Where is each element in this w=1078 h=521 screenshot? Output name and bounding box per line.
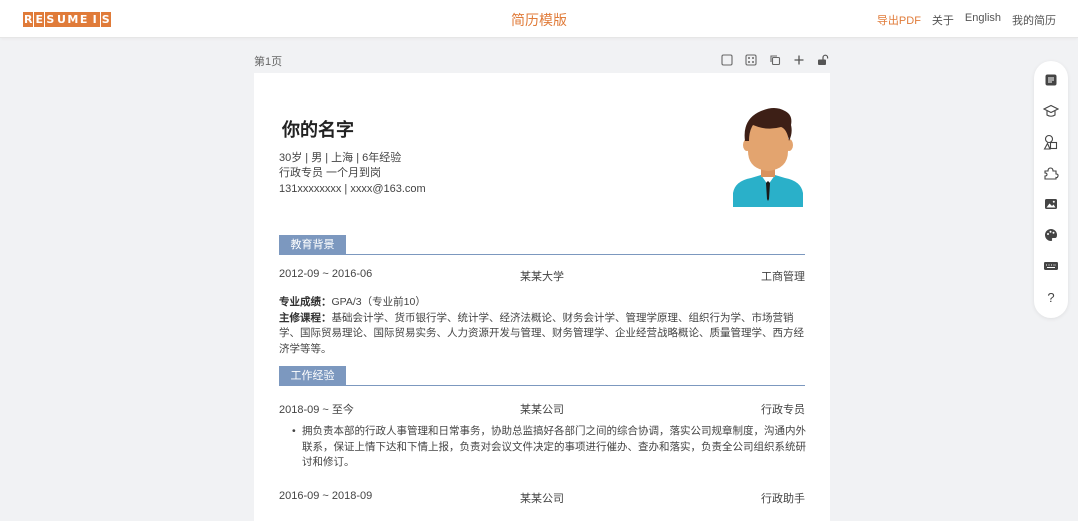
page-toolbar	[720, 53, 830, 67]
help-icon[interactable]: ?	[1043, 289, 1059, 305]
resume-basic-info[interactable]: 30岁 | 男 | 上海 | 6年经验 行政专员 一个月到岗 131xxxxxx…	[279, 151, 426, 197]
job-period: 2018-09 ~ 至今	[279, 404, 354, 416]
info-line: 行政专员 一个月到岗	[279, 167, 382, 180]
palette-icon[interactable]	[1043, 227, 1059, 243]
my-resume-link[interactable]: 我的简历	[1012, 12, 1056, 28]
courses-value: 基础会计学、货币银行学、统计学、经济法概论、财务会计学、管理学原理、组织行为学、…	[279, 311, 804, 355]
logo-letter: E	[34, 12, 45, 27]
work-section-title[interactable]: 工作经验	[279, 366, 346, 386]
plus-icon[interactable]	[792, 53, 806, 67]
education-details[interactable]: 专业成绩：GPA/3（专业前10） 主修课程：基础会计学、货币银行学、统计学、经…	[279, 295, 805, 357]
right-toolbar: ?	[1034, 61, 1068, 318]
logo-letter: R	[23, 12, 34, 27]
job-company: 某某公司	[520, 493, 564, 505]
work-section-header: 工作经验	[279, 366, 805, 386]
job-row[interactable]: 2018-09 ~ 至今 某某公司 行政专员	[279, 401, 805, 416]
avatar[interactable]	[731, 105, 805, 207]
score-value: GPA/3（专业前10）	[331, 296, 426, 308]
logo-letter: U	[56, 12, 67, 27]
score-label: 专业成绩：	[279, 296, 332, 308]
logo-letter: E	[78, 12, 89, 27]
logo-letter: I	[89, 12, 100, 27]
image-icon[interactable]	[1043, 196, 1059, 212]
template-list-icon[interactable]	[1043, 72, 1059, 88]
job-row[interactable]: 2016-09 ~ 2018-09 某某公司 行政助手	[279, 490, 805, 505]
english-link[interactable]: English	[965, 12, 1001, 28]
shapes-icon[interactable]	[1043, 134, 1059, 150]
resumeis-logo[interactable]: R E S U M E I S	[23, 12, 112, 27]
resume-name[interactable]: 你的名字	[282, 116, 354, 142]
education-section-title[interactable]: 教育背景	[279, 235, 346, 255]
job-position: 行政助手	[761, 493, 805, 505]
unlock-icon[interactable]	[816, 53, 830, 67]
export-pdf-link[interactable]: 导出PDF	[877, 12, 921, 28]
courses-label: 主修课程：	[279, 311, 332, 324]
resume-page[interactable]: 你的名字 30岁 | 男 | 上海 | 6年经验 行政专员 一个月到岗 131x…	[254, 73, 830, 521]
keyboard-icon[interactable]	[1043, 258, 1059, 274]
top-nav: 导出PDF 关于 English 我的简历	[877, 12, 1056, 28]
info-line: 30岁 | 男 | 上海 | 6年经验	[279, 152, 402, 164]
education-major: 工商管理	[761, 271, 805, 283]
logo-letter: S	[100, 12, 111, 27]
courses-line: 主修课程：基础会计学、货币银行学、统计学、经济法概论、财务会计学、管理学原理、组…	[279, 311, 805, 358]
about-link[interactable]: 关于	[932, 12, 954, 28]
job-company: 某某公司	[520, 404, 564, 416]
logo-letter: M	[67, 12, 79, 27]
app-title: 简历模版	[511, 12, 567, 28]
info-line: 131xxxxxxxx | xxxx@163.com	[279, 182, 426, 195]
top-bar: R E S U M E I S 简历模版 导出PDF 关于 English 我的…	[0, 0, 1078, 38]
job-period: 2016-09 ~ 2018-09	[279, 490, 373, 502]
job-position: 行政专员	[761, 404, 805, 416]
job-description-item[interactable]: 拥负责本部的行政人事管理和日常事务，协助总监搞好各部门之间的综合协调，落实公司规…	[292, 424, 808, 471]
education-section-header: 教育背景	[279, 235, 805, 255]
copy-icon[interactable]	[768, 53, 782, 67]
score-line: 专业成绩：GPA/3（专业前10）	[279, 295, 805, 311]
education-school: 某某大学	[520, 271, 564, 283]
puzzle-icon[interactable]	[1043, 165, 1059, 181]
education-period: 2012-09 ~ 2016-06	[279, 268, 373, 280]
logo-letter: S	[45, 12, 56, 27]
education-row[interactable]: 2012-09 ~ 2016-06 某某大学 工商管理	[279, 268, 805, 283]
square-icon[interactable]	[720, 53, 734, 67]
education-icon[interactable]	[1043, 103, 1059, 119]
dice-icon[interactable]	[744, 53, 758, 67]
page-label: 第1页	[254, 56, 283, 68]
